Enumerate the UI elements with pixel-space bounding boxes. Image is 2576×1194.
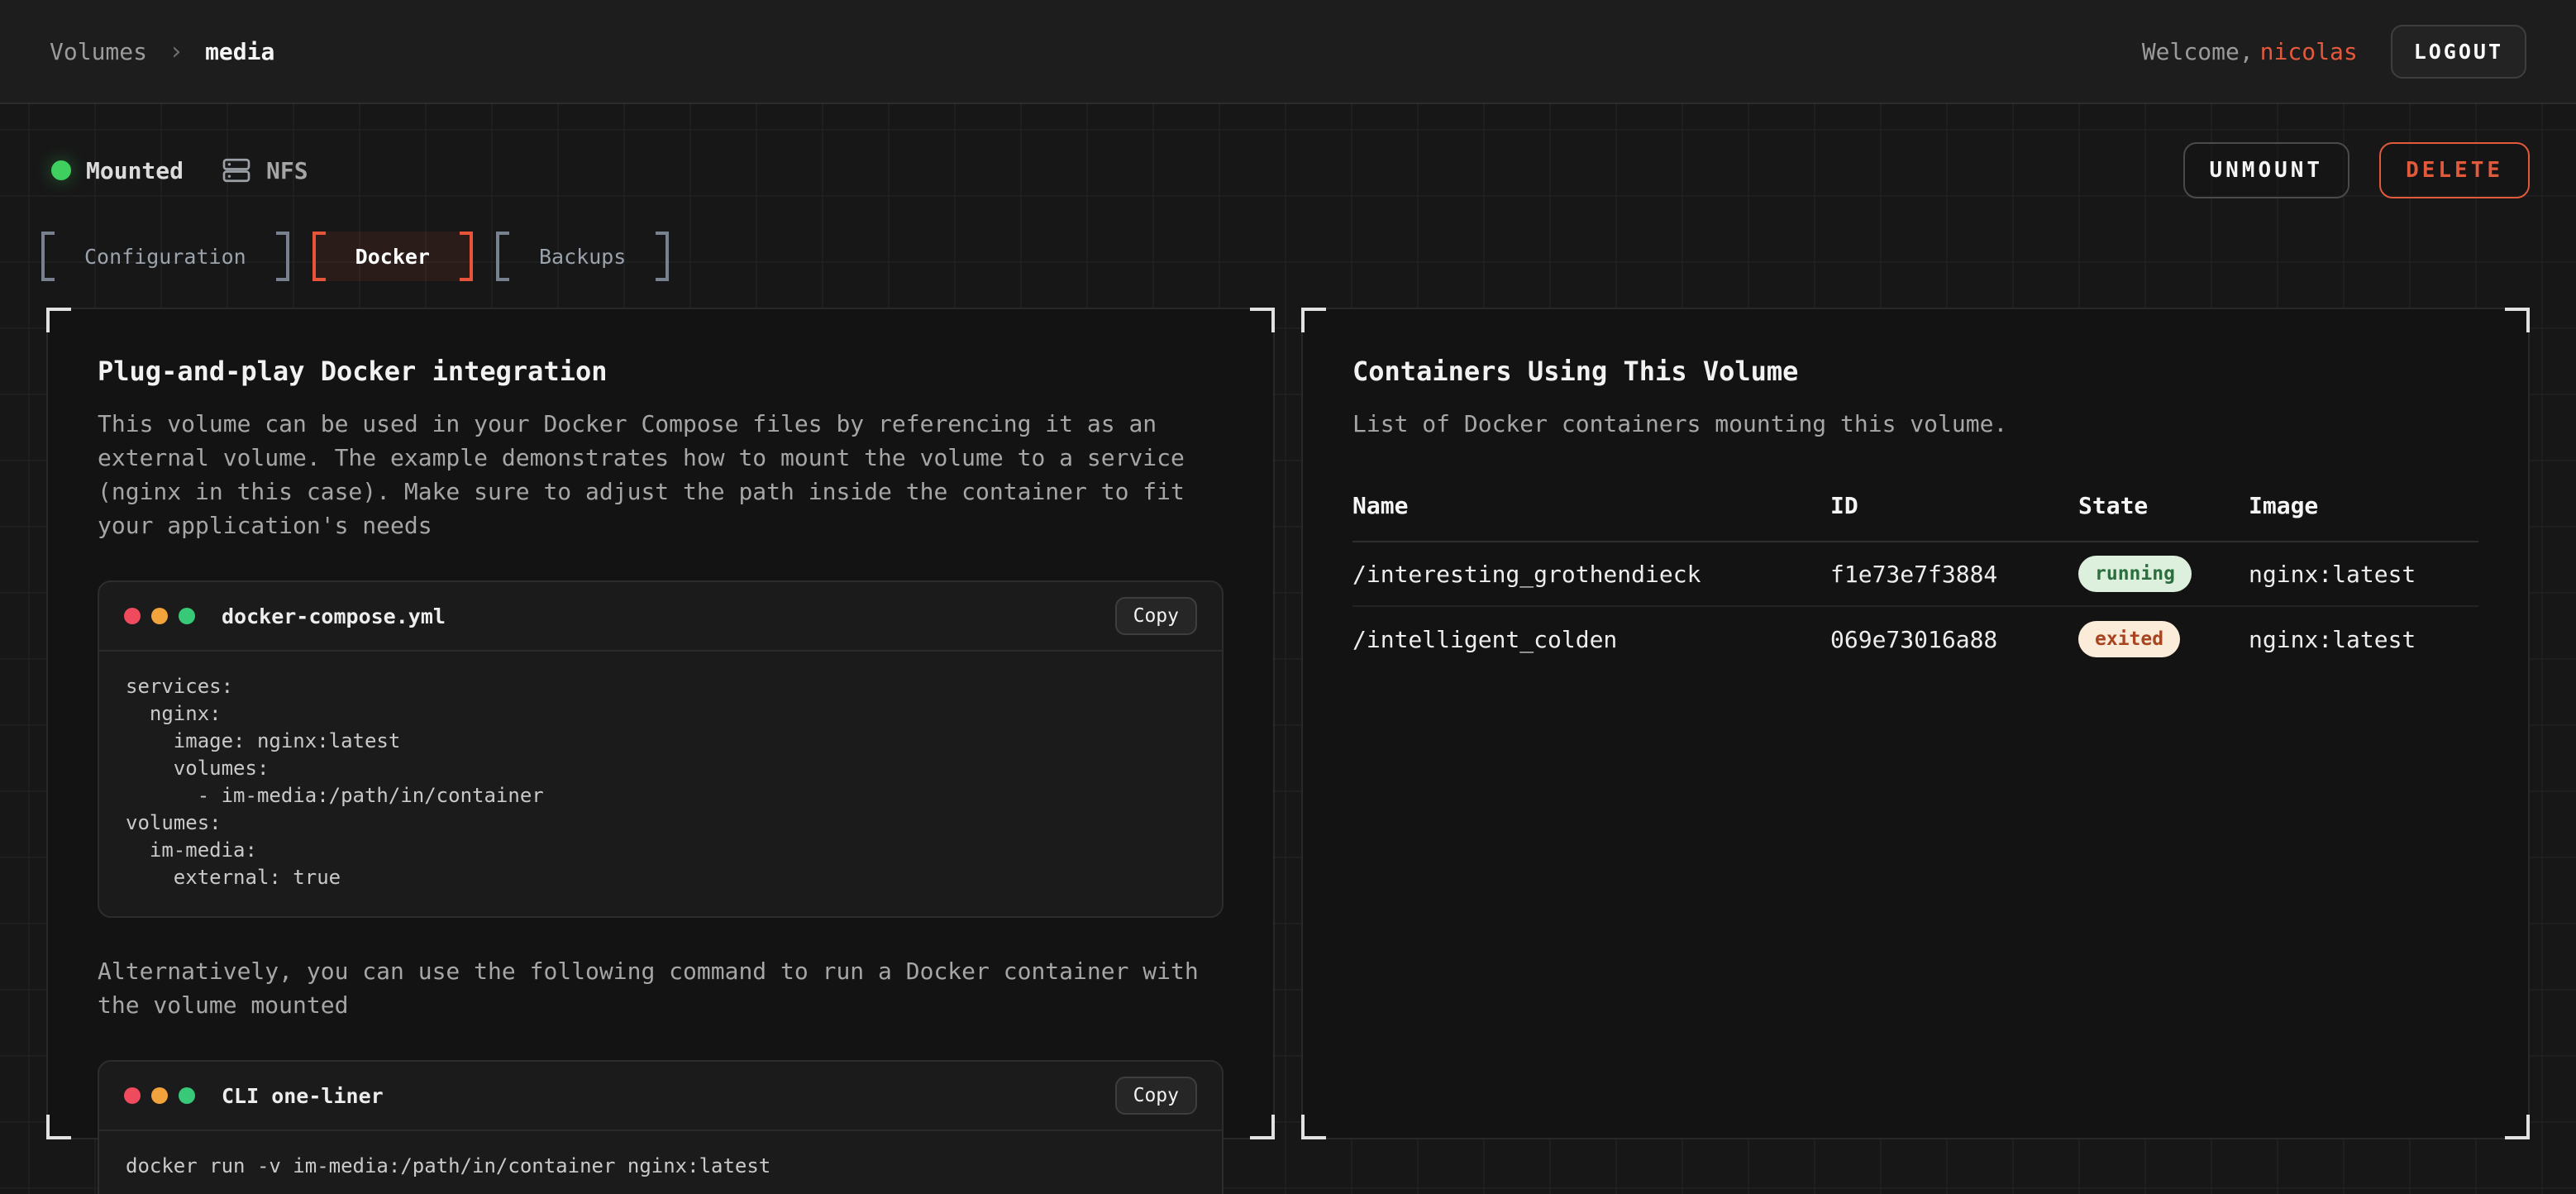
traffic-light-red-icon xyxy=(124,1087,141,1104)
volume-toolbar: Mounted NFS UNMOUNT DELETE xyxy=(0,142,2576,198)
compose-card-header: docker-compose.yml Copy xyxy=(99,582,1222,650)
cli-code-body: docker run -v im-media:/path/in/containe… xyxy=(99,1130,1222,1194)
server-icon xyxy=(222,155,251,185)
tab-bracket-left xyxy=(496,232,509,281)
cli-intro-text: Alternatively, you can use the following… xyxy=(98,954,1224,1022)
cli-code-card: CLI one-liner Copy docker run -v im-medi… xyxy=(98,1060,1224,1194)
traffic-light-icons xyxy=(124,608,195,624)
logout-button[interactable]: LOGOUT xyxy=(2391,25,2526,79)
corner-decoration xyxy=(2505,308,2530,332)
tab-bracket-left xyxy=(41,232,55,281)
containers-table: Name ID State Image /interesting_grothen… xyxy=(1352,492,2478,671)
breadcrumb-chevron-icon: › xyxy=(169,37,184,66)
column-header-image: Image xyxy=(2249,492,2478,519)
containers-table-header: Name ID State Image xyxy=(1352,492,2478,542)
column-header-state: State xyxy=(2078,492,2249,519)
unmount-button[interactable]: UNMOUNT xyxy=(2183,142,2350,198)
corner-decoration xyxy=(1301,1115,1326,1139)
container-id: f1e73e7f3884 xyxy=(1830,561,2078,588)
corner-decoration xyxy=(1250,308,1275,332)
traffic-light-red-icon xyxy=(124,608,141,624)
corner-decoration xyxy=(1301,308,1326,332)
topbar-right: Welcome,nicolas LOGOUT xyxy=(2142,25,2526,79)
tab-bracket-right xyxy=(656,232,669,281)
corner-decoration xyxy=(46,308,71,332)
app-window: Volumes › media Welcome,nicolas LOGOUT M… xyxy=(0,0,2576,1194)
corner-decoration xyxy=(46,1115,71,1139)
container-image: nginx:latest xyxy=(2249,626,2478,653)
mounted-status-dot xyxy=(51,160,71,180)
table-row: /intelligent_colden 069e73016a88 exited … xyxy=(1352,607,2478,671)
corner-decoration xyxy=(2505,1115,2530,1139)
copy-compose-button[interactable]: Copy xyxy=(1115,597,1197,635)
docker-panel-description: This volume can be used in your Docker C… xyxy=(98,407,1224,542)
traffic-light-green-icon xyxy=(179,608,195,624)
table-row: /interesting_grothendieck f1e73e7f3884 r… xyxy=(1352,542,2478,607)
containers-panel-title: Containers Using This Volume xyxy=(1352,356,2478,387)
breadcrumb-volumes-link[interactable]: Volumes xyxy=(50,38,147,65)
cli-code: docker run -v im-media:/path/in/containe… xyxy=(126,1153,1195,1180)
docker-panel-title: Plug-and-play Docker integration xyxy=(98,356,1224,387)
tab-bar: Configuration Docker Backups xyxy=(0,232,2576,281)
column-header-name: Name xyxy=(1352,492,1830,519)
status-badge: exited xyxy=(2078,621,2180,657)
traffic-light-icons xyxy=(124,1087,195,1104)
breadcrumb: Volumes › media xyxy=(50,37,274,66)
welcome-text: Welcome,nicolas xyxy=(2142,38,2358,65)
cli-title: CLI one-liner xyxy=(222,1084,384,1108)
compose-filename: docker-compose.yml xyxy=(222,604,446,628)
volume-type-label: NFS xyxy=(266,157,308,184)
tab-docker[interactable]: Docker xyxy=(312,232,473,281)
compose-code-body: services: nginx: image: nginx:latest vol… xyxy=(99,650,1222,916)
volume-actions: UNMOUNT DELETE xyxy=(2183,142,2531,198)
containers-panel: Containers Using This Volume List of Doc… xyxy=(1301,308,2530,1139)
tab-bracket-right xyxy=(276,232,289,281)
traffic-light-yellow-icon xyxy=(151,1087,168,1104)
tab-configuration[interactable]: Configuration xyxy=(41,232,289,281)
compose-code-card: docker-compose.yml Copy services: nginx:… xyxy=(98,580,1224,918)
topbar: Volumes › media Welcome,nicolas LOGOUT xyxy=(0,0,2576,104)
breadcrumb-current-volume: media xyxy=(205,38,274,65)
container-name: /interesting_grothendieck xyxy=(1352,561,1830,588)
panels-container: Plug-and-play Docker integration This vo… xyxy=(0,308,2576,1139)
delete-button[interactable]: DELETE xyxy=(2379,142,2530,198)
column-header-id: ID xyxy=(1830,492,2078,519)
volume-status-group: Mounted NFS xyxy=(46,155,308,185)
containers-panel-subtitle: List of Docker containers mounting this … xyxy=(1352,407,2478,441)
docker-integration-panel: Plug-and-play Docker integration This vo… xyxy=(46,308,1275,1139)
tab-bracket-left xyxy=(312,232,326,281)
corner-decoration xyxy=(1250,1115,1275,1139)
tab-backups-label: Backups xyxy=(509,232,656,281)
container-name: /intelligent_colden xyxy=(1352,626,1830,653)
username: nicolas xyxy=(2260,38,2358,65)
container-image: nginx:latest xyxy=(2249,561,2478,588)
tab-bracket-right xyxy=(460,232,473,281)
main-content: Mounted NFS UNMOUNT DELETE xyxy=(0,104,2576,1194)
mount-status-label: Mounted xyxy=(86,157,184,184)
status-badge: running xyxy=(2078,556,2192,592)
tab-docker-label: Docker xyxy=(326,232,460,281)
compose-code: services: nginx: image: nginx:latest vol… xyxy=(126,673,1195,891)
copy-cli-button[interactable]: Copy xyxy=(1115,1077,1197,1115)
container-id: 069e73016a88 xyxy=(1830,626,2078,653)
welcome-prefix: Welcome, xyxy=(2142,38,2254,65)
cli-card-header: CLI one-liner Copy xyxy=(99,1062,1222,1130)
tab-backups[interactable]: Backups xyxy=(496,232,669,281)
traffic-light-yellow-icon xyxy=(151,608,168,624)
traffic-light-green-icon xyxy=(179,1087,195,1104)
tab-configuration-label: Configuration xyxy=(55,232,276,281)
